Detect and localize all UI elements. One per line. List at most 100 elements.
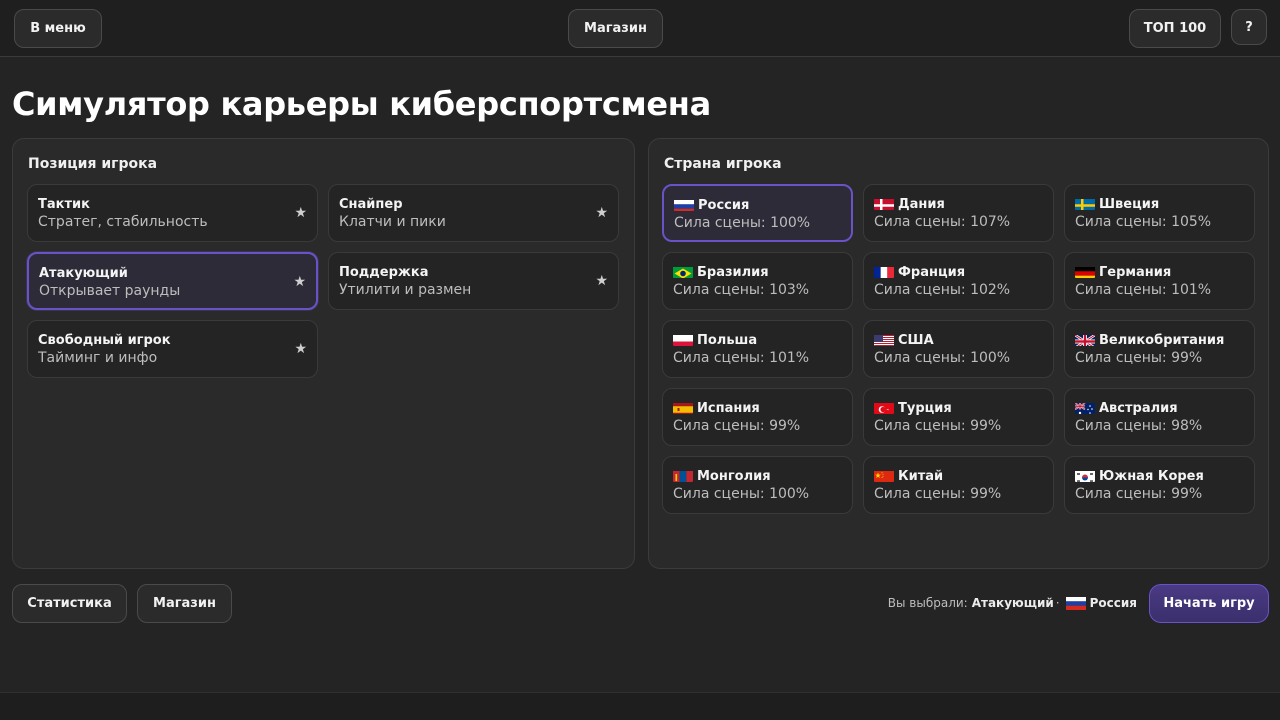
country-strength: Сила сцены: 99% (673, 418, 801, 434)
top-bar: В меню Магазин ТОП 100 ? (0, 0, 1280, 57)
country-card-turkey[interactable]: Турция Сила сцены: 99% (863, 388, 1054, 446)
country-name: Турция (898, 401, 952, 416)
country-card-germany[interactable]: Германия Сила сцены: 101% (1064, 252, 1255, 310)
selection-summary: Вы выбрали: Атакующий · Россия (888, 596, 1137, 610)
position-title: Поддержка (339, 265, 429, 280)
country-name: Германия (1099, 265, 1172, 280)
flag-turkey-icon (874, 401, 894, 414)
position-title: Свободный игрок (38, 333, 171, 348)
position-panel-heading: Позиция игрока (28, 156, 158, 172)
flag-france-icon (874, 265, 894, 278)
country-strength: Сила сцены: 100% (874, 350, 1011, 366)
country-card-china[interactable]: Китай Сила сцены: 99% (863, 456, 1054, 514)
country-strength: Сила сцены: 99% (874, 418, 1002, 434)
country-name: Австралия (1099, 401, 1178, 416)
country-card-denmark[interactable]: Дания Сила сцены: 107% (863, 184, 1054, 242)
country-card-brazil[interactable]: Бразилия Сила сцены: 103% (662, 252, 853, 310)
position-title: Тактик (38, 197, 90, 212)
country-strength: Сила сцены: 99% (1075, 350, 1203, 366)
position-card-support[interactable]: Поддержка Утилити и размен ★ (328, 252, 619, 310)
star-icon[interactable]: ★ (293, 274, 306, 290)
flag-russia-icon (1065, 596, 1086, 610)
country-strength: Сила сцены: 103% (673, 282, 810, 298)
flag-australia-icon (1075, 401, 1095, 414)
flag-usa-icon (874, 333, 894, 346)
country-panel: Страна игрока Россия Сила сцены: 100% Да… (648, 138, 1269, 569)
star-icon[interactable]: ★ (595, 205, 608, 221)
country-strength: Сила сцены: 99% (874, 486, 1002, 502)
flag-brazil-icon (673, 265, 693, 278)
country-name: Дания (898, 197, 945, 212)
flag-south-korea-icon (1075, 469, 1095, 482)
position-panel: Позиция игрока Тактик Стратег, стабильно… (12, 138, 635, 569)
flag-spain-icon (673, 401, 693, 414)
position-subtitle: Утилити и размен (339, 282, 472, 298)
country-name: Швеция (1099, 197, 1160, 212)
country-card-france[interactable]: Франция Сила сцены: 102% (863, 252, 1054, 310)
country-card-australia[interactable]: Австралия Сила сцены: 98% (1064, 388, 1255, 446)
position-card-sniper[interactable]: Снайпер Клатчи и пики ★ (328, 184, 619, 242)
flag-russia-icon (674, 198, 694, 211)
country-name: Польша (697, 333, 758, 348)
country-strength: Сила сцены: 100% (674, 215, 811, 231)
position-subtitle: Клатчи и пики (339, 214, 446, 230)
summary-position: Атакующий (971, 596, 1054, 610)
country-name: Монголия (697, 469, 771, 484)
country-name: Великобритания (1099, 333, 1225, 348)
star-icon[interactable]: ★ (595, 273, 608, 289)
statistics-button[interactable]: Статистика (12, 584, 127, 623)
flag-china-icon (874, 469, 894, 482)
summary-separator: · (1055, 596, 1060, 610)
country-name: Россия (698, 198, 750, 213)
country-strength: Сила сцены: 101% (1075, 282, 1212, 298)
position-subtitle: Открывает раунды (39, 283, 181, 299)
bottom-bar (0, 692, 1280, 720)
position-card-attacker[interactable]: Атакующий Открывает раунды ★ (27, 252, 318, 310)
country-name: Китай (898, 469, 944, 484)
summary-prefix: Вы выбрали: (887, 596, 968, 610)
flag-sweden-icon (1075, 197, 1095, 210)
country-name: Испания (697, 401, 760, 416)
flag-mongolia-icon (673, 469, 693, 482)
country-card-south-korea[interactable]: Южная Корея Сила сцены: 99% (1064, 456, 1255, 514)
flag-poland-icon (673, 333, 693, 346)
country-card-usa[interactable]: США Сила сцены: 100% (863, 320, 1054, 378)
help-button[interactable]: ? (1231, 9, 1267, 45)
flag-germany-icon (1075, 265, 1095, 278)
country-card-poland[interactable]: Польша Сила сцены: 101% (662, 320, 853, 378)
summary-country: Россия (1089, 596, 1137, 610)
country-strength: Сила сцены: 102% (874, 282, 1011, 298)
shop-button-bottom[interactable]: Магазин (137, 584, 232, 623)
country-card-mongolia[interactable]: Монголия Сила сцены: 100% (662, 456, 853, 514)
page-title: Симулятор карьеры киберспортсмена (12, 85, 711, 123)
country-card-uk[interactable]: Великобритания Сила сцены: 99% (1064, 320, 1255, 378)
country-name: Франция (898, 265, 966, 280)
position-title: Атакующий (39, 266, 128, 281)
top100-button[interactable]: ТОП 100 (1129, 9, 1221, 48)
country-panel-heading: Страна игрока (664, 156, 782, 172)
country-strength: Сила сцены: 99% (1075, 486, 1203, 502)
country-strength: Сила сцены: 100% (673, 486, 810, 502)
star-icon[interactable]: ★ (294, 205, 307, 221)
position-card-tactic[interactable]: Тактик Стратег, стабильность ★ (27, 184, 318, 242)
flag-uk-icon (1075, 333, 1095, 346)
shop-button-top[interactable]: Магазин (568, 9, 663, 48)
start-game-button[interactable]: Начать игру (1149, 584, 1269, 623)
country-card-sweden[interactable]: Швеция Сила сцены: 105% (1064, 184, 1255, 242)
country-name: США (898, 333, 934, 348)
country-name: Южная Корея (1099, 469, 1204, 484)
position-card-free-player[interactable]: Свободный игрок Тайминг и инфо ★ (27, 320, 318, 378)
country-card-russia[interactable]: Россия Сила сцены: 100% (662, 184, 853, 242)
position-subtitle: Стратег, стабильность (38, 214, 208, 230)
position-subtitle: Тайминг и инфо (38, 350, 158, 366)
star-icon[interactable]: ★ (294, 341, 307, 357)
country-strength: Сила сцены: 105% (1075, 214, 1212, 230)
flag-denmark-icon (874, 197, 894, 210)
country-strength: Сила сцены: 107% (874, 214, 1011, 230)
country-card-spain[interactable]: Испания Сила сцены: 99% (662, 388, 853, 446)
menu-button[interactable]: В меню (14, 9, 102, 48)
position-title: Снайпер (339, 197, 403, 212)
country-name: Бразилия (697, 265, 769, 280)
country-strength: Сила сцены: 101% (673, 350, 810, 366)
country-strength: Сила сцены: 98% (1075, 418, 1203, 434)
